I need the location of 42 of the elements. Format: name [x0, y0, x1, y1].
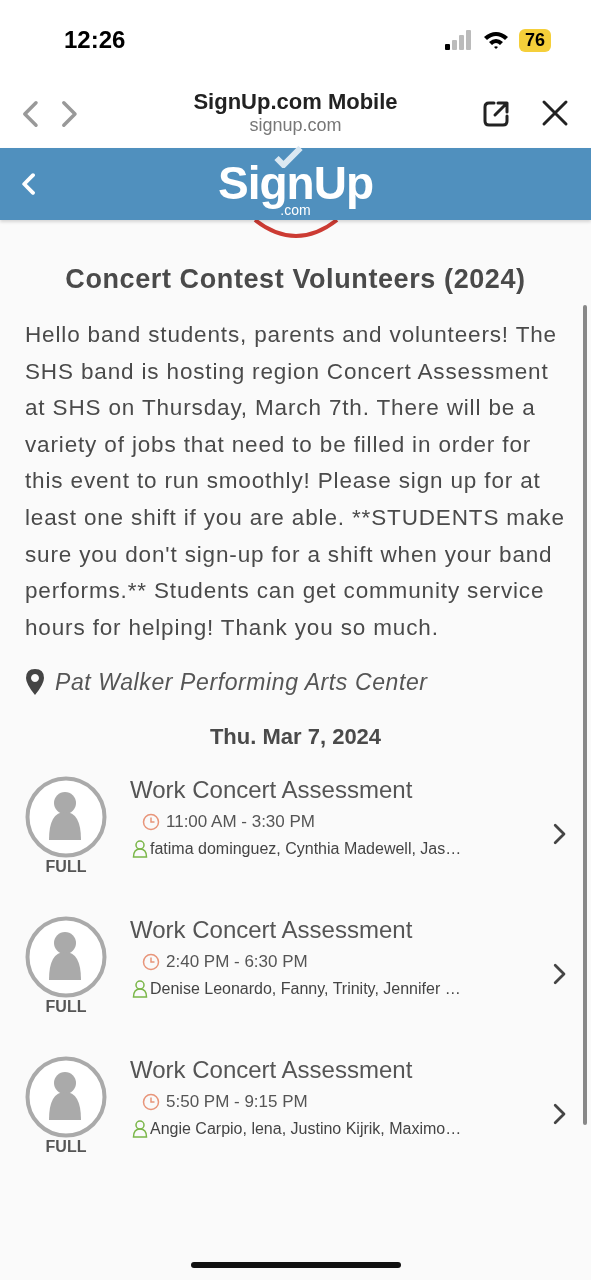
date-heading: Thu. Mar 7, 2024	[208, 724, 383, 751]
forward-button[interactable]	[60, 100, 78, 128]
person-icon	[132, 1120, 148, 1139]
slot-time: 5:50 PM - 9:15 PM	[166, 1092, 308, 1113]
person-icon	[132, 840, 148, 859]
status-label: FULL	[45, 1138, 87, 1157]
back-button[interactable]	[22, 100, 39, 128]
avatar-icon	[25, 776, 107, 859]
status-label: FULL	[45, 858, 87, 877]
slot-title: Work Concert Assessment	[130, 916, 414, 945]
slot-title: Work Concert Assessment	[130, 1056, 414, 1085]
slot-time: 11:00 AM - 3:30 PM	[166, 812, 315, 833]
slot-row[interactable]: FULL Work Concert Assessment 2:40 PM - 6:30 PM Denise Leonardo, Fanny, Trinity, Jennifer …	[25, 916, 566, 1057]
location-text: Pat Walker Performing Arts Center	[55, 668, 428, 696]
signup-title: Concert Contest Volunteers (2024)	[64, 264, 527, 295]
status-label: FULL	[45, 998, 87, 1017]
chevron-right-icon[interactable]	[552, 963, 566, 986]
avatar-icon	[25, 1056, 107, 1139]
slot-volunteers: Angie Carpio, lena, Justino Kijrik, Maximo…	[150, 1120, 462, 1139]
slot-row[interactable]: FULL Work Concert Assessment 5:50 PM - 9:15 PM Angie Carpio, lena, Justino Kijrik, Maximo…	[25, 1056, 566, 1197]
clock-icon	[142, 813, 160, 832]
person-icon	[132, 980, 148, 999]
status-time: 12:26	[64, 26, 126, 54]
chevron-right-icon[interactable]	[552, 823, 566, 846]
close-icon[interactable]	[541, 99, 569, 127]
slot-volunteers: fatima dominguez, Cynthia Madewell, Jas…	[150, 840, 462, 859]
slot-time: 2:40 PM - 6:30 PM	[166, 952, 308, 973]
slot-volunteers: Denise Leonardo, Fanny, Trinity, Jennifer …	[150, 980, 461, 999]
avatar-icon	[25, 916, 107, 999]
slot-title: Work Concert Assessment	[130, 776, 414, 805]
chevron-right-icon[interactable]	[552, 1103, 566, 1126]
page-title: SignUp.com Mobile	[193, 88, 398, 115]
clock-icon	[142, 1093, 160, 1112]
signal-icon	[444, 30, 473, 50]
wifi-icon	[482, 30, 509, 50]
description: Hello band students, parents and volunteers! The SHS band is hosting region Concert Assessment at SHS on Thursday, March 7th. There will be a variety of jobs that need to be filled in order for this event to run smoothly! Please sign up for at least one shift if you are able. **STUDENTS make sure you don't sign-up for a shift when your band performs.** Students can get community service hours for helping! Thank you so much.	[25, 321, 566, 642]
share-icon[interactable]	[481, 99, 511, 129]
slot-row[interactable]: FULL Work Concert Assessment 11:00 AM - 3:30 PM fatima dominguez, Cynthia Madewell, Jas…	[25, 776, 566, 917]
location-pin-icon	[25, 668, 45, 697]
clock-icon	[142, 953, 160, 972]
battery-level: 76	[518, 28, 551, 52]
page-address: signup.com	[249, 114, 342, 136]
